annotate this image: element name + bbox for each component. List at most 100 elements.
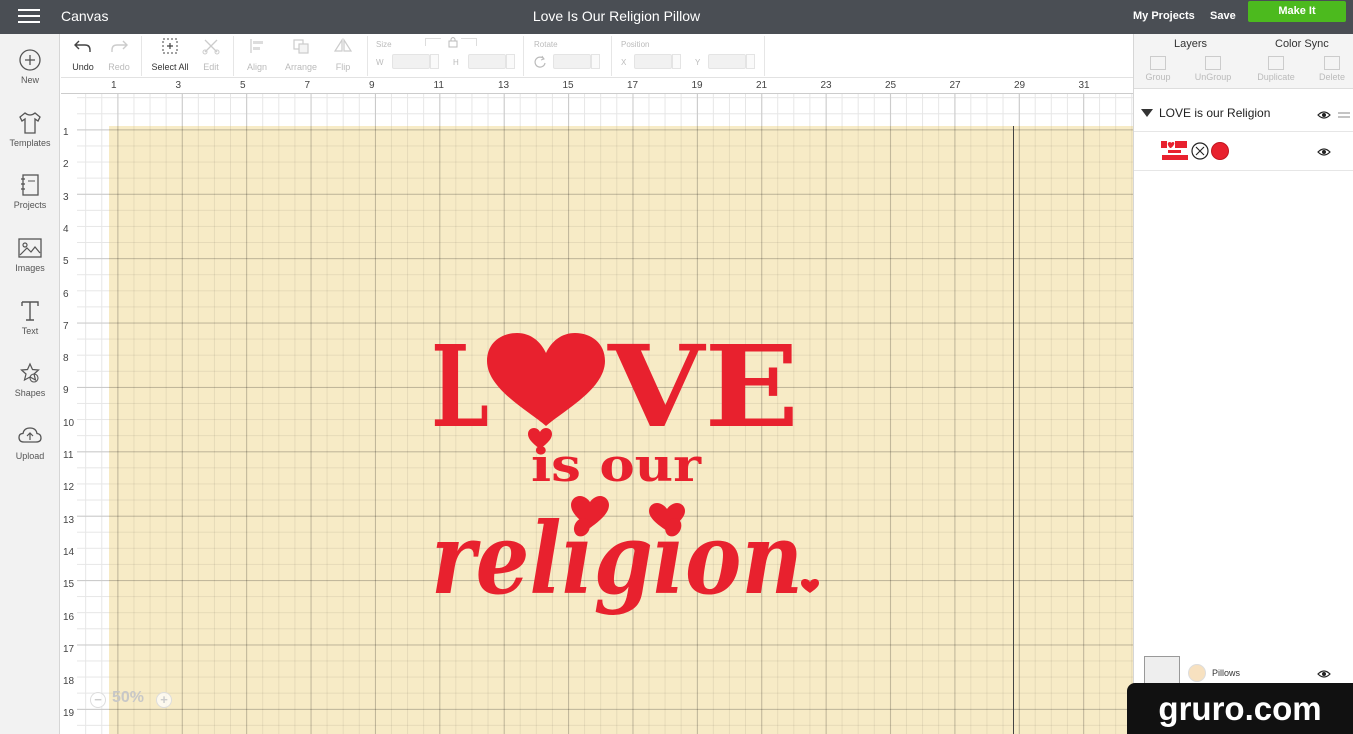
pillow-color-swatch[interactable] bbox=[1188, 664, 1206, 682]
ruler-tick-label: 6 bbox=[63, 288, 69, 300]
flip-icon bbox=[333, 37, 353, 52]
my-projects-link[interactable]: My Projects bbox=[1133, 10, 1195, 22]
toolbar-divider bbox=[141, 36, 142, 76]
sidebar-item-images[interactable]: Images bbox=[0, 236, 60, 292]
select-all-button[interactable]: Select All bbox=[149, 37, 191, 72]
delete-button[interactable]: Delete bbox=[1306, 56, 1353, 82]
tshirt-icon bbox=[19, 112, 41, 134]
eye-icon[interactable] bbox=[1317, 147, 1331, 157]
caret-down-icon[interactable] bbox=[1141, 108, 1153, 118]
layer-group-love[interactable]: LOVE is our Religion bbox=[1134, 98, 1353, 132]
toolbar-divider bbox=[611, 36, 612, 76]
small-heart-icon bbox=[801, 579, 819, 593]
zoom-out-button[interactable]: − bbox=[90, 692, 106, 708]
redo-icon bbox=[111, 40, 128, 52]
align-label: Align bbox=[246, 62, 267, 72]
arrange-icon bbox=[293, 39, 309, 54]
eye-icon[interactable] bbox=[1317, 669, 1331, 679]
align-button[interactable]: Align bbox=[241, 37, 273, 72]
ruler-tick-label: 9 bbox=[63, 385, 69, 397]
flip-button[interactable]: Flip bbox=[329, 37, 357, 72]
sidebar-item-upload[interactable]: Upload bbox=[0, 424, 60, 480]
y-label: Y bbox=[695, 58, 701, 67]
zoom-control: − 50% + bbox=[88, 688, 178, 712]
save-link[interactable]: Save bbox=[1210, 10, 1236, 22]
canvas[interactable]: L VE is our religion bbox=[77, 94, 1133, 734]
layer-color-swatch[interactable] bbox=[1211, 142, 1229, 160]
arrange-button[interactable]: Arrange bbox=[281, 37, 321, 72]
ruler-tick-label: 23 bbox=[820, 80, 832, 91]
sidebar-item-label: Shapes bbox=[14, 388, 46, 398]
ungroup-icon bbox=[1205, 56, 1221, 70]
select-all-icon bbox=[162, 38, 178, 54]
ruler-tick-label: 21 bbox=[756, 80, 768, 91]
top-bar: Canvas Love Is Our Religion Pillow My Pr… bbox=[0, 0, 1353, 34]
make-it-button[interactable]: Make It bbox=[1248, 1, 1346, 22]
x-input[interactable] bbox=[634, 54, 672, 69]
layer-row-design[interactable] bbox=[1134, 133, 1353, 171]
lock-icon[interactable] bbox=[448, 36, 458, 48]
rotate-input[interactable] bbox=[553, 54, 591, 69]
cut-blade-icon[interactable] bbox=[1191, 142, 1209, 160]
ruler-tick-label: 1 bbox=[111, 80, 117, 91]
redo-button[interactable]: Redo bbox=[105, 37, 133, 72]
size-lock-bracket bbox=[425, 38, 441, 46]
design-line-is-our: is our bbox=[531, 438, 702, 492]
sidebar-item-text[interactable]: Text bbox=[0, 299, 60, 355]
ruler-tick-label: 17 bbox=[63, 643, 75, 655]
x-stepper[interactable] bbox=[672, 54, 681, 69]
notebook-icon bbox=[21, 174, 39, 196]
y-input[interactable] bbox=[708, 54, 746, 69]
cloud-upload-icon bbox=[18, 427, 42, 443]
ungroup-button[interactable]: UnGroup bbox=[1187, 56, 1239, 82]
sidebar-item-label: Upload bbox=[15, 451, 45, 461]
ruler-tick-label: 5 bbox=[63, 256, 69, 268]
drag-handle-icon[interactable] bbox=[1338, 111, 1350, 119]
ruler-tick-label: 7 bbox=[63, 320, 69, 332]
ruler-tick-label: 15 bbox=[562, 80, 574, 91]
width-stepper[interactable] bbox=[430, 54, 439, 69]
position-label: Position bbox=[621, 40, 650, 49]
eye-icon[interactable] bbox=[1317, 110, 1331, 120]
undo-button[interactable]: Undo bbox=[69, 37, 97, 72]
sidebar-item-projects[interactable]: Projects bbox=[0, 173, 60, 229]
rotate-stepper[interactable] bbox=[591, 54, 600, 69]
layer-group-name: LOVE is our Religion bbox=[1159, 106, 1271, 120]
sidebar-item-label: Text bbox=[21, 326, 39, 336]
toolbar-divider bbox=[233, 36, 234, 76]
toolbar-divider bbox=[764, 36, 765, 76]
trash-icon bbox=[1324, 56, 1340, 70]
zoom-in-button[interactable]: + bbox=[156, 692, 172, 708]
height-label: H bbox=[453, 58, 459, 67]
ruler-tick-label: 11 bbox=[63, 450, 74, 461]
love-is-our-religion-design[interactable]: L VE is our religion bbox=[431, 331, 826, 661]
y-stepper[interactable] bbox=[746, 54, 755, 69]
width-label: W bbox=[376, 58, 384, 67]
duplicate-label: Duplicate bbox=[1257, 72, 1295, 82]
height-input[interactable] bbox=[468, 54, 506, 69]
ruler-tick-label: 9 bbox=[369, 80, 375, 91]
size-lock-bracket bbox=[461, 38, 477, 46]
mat-edge-line bbox=[1013, 126, 1014, 734]
size-label: Size bbox=[376, 40, 392, 49]
duplicate-button[interactable]: Duplicate bbox=[1250, 56, 1302, 82]
left-sidebar: New Templates Projects Images Text Shape… bbox=[0, 34, 60, 734]
height-stepper[interactable] bbox=[506, 54, 515, 69]
sidebar-item-new[interactable]: New bbox=[0, 48, 60, 104]
ruler-tick-label: 4 bbox=[63, 223, 69, 235]
width-input[interactable] bbox=[392, 54, 430, 69]
ruler-tick-label: 18 bbox=[63, 676, 75, 688]
sidebar-item-label: Templates bbox=[9, 138, 51, 148]
edit-button[interactable]: Edit bbox=[197, 37, 225, 72]
sidebar-item-shapes[interactable]: Shapes bbox=[0, 361, 60, 417]
tab-layers[interactable]: Layers bbox=[1174, 38, 1207, 50]
tab-color-sync[interactable]: Color Sync bbox=[1275, 38, 1329, 50]
sidebar-item-templates[interactable]: Templates bbox=[0, 111, 60, 167]
ruler-tick-label: 19 bbox=[691, 80, 703, 91]
ruler-tick-label: 8 bbox=[63, 353, 69, 365]
design-letter-l: L bbox=[431, 331, 489, 453]
flip-label: Flip bbox=[335, 62, 351, 72]
group-button[interactable]: Group bbox=[1132, 56, 1184, 82]
design-line-religion: religion bbox=[431, 502, 803, 617]
toolbar-divider bbox=[367, 36, 368, 76]
